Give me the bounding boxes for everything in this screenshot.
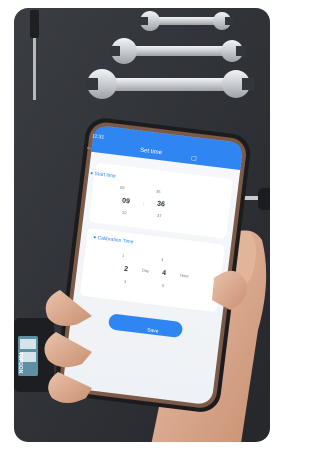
start-min-next: 37 [156, 212, 162, 219]
cal-value1[interactable]: 2 [124, 266, 129, 273]
start-min[interactable]: 36 [157, 201, 166, 209]
menu-icon[interactable]: ▢ [191, 156, 197, 163]
device-brand-label: TOPDON [17, 352, 23, 374]
start-hour-prev: 08 [119, 184, 125, 191]
cal-unit-day: Day [141, 267, 150, 274]
start-hour-next: 10 [121, 209, 127, 216]
start-hour[interactable]: 09 [122, 198, 131, 206]
start-min-prev: 35 [155, 188, 161, 195]
product-photo [0, 0, 283, 450]
back-arrow-icon[interactable]: ← [86, 145, 93, 152]
cal-value2[interactable]: 4 [162, 270, 167, 277]
